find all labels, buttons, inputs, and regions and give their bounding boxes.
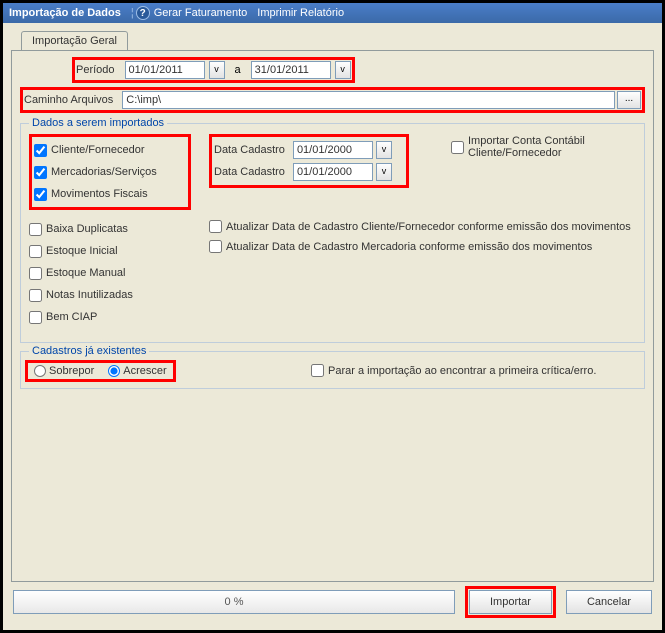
radio-sobrepor-label: Sobrepor [49,365,94,377]
cancelar-button[interactable]: Cancelar [566,590,652,614]
chk-movimentos-row: Movimentos Fiscais [34,183,186,205]
progress-bar: 0 % [13,590,455,614]
col2-highlight: Data Cadastro v Data Cadastro v [209,134,409,188]
chk-atualizar1[interactable] [209,220,222,233]
chk-bem-ciap-row: Bem CIAP [29,306,133,328]
chk-atualizar1-label: Atualizar Data de Cadastro Cliente/Forne… [226,221,631,233]
periodo-inicio-input[interactable] [125,61,205,79]
chk-estoque-inicial-label: Estoque Inicial [46,245,118,257]
chk-importar-conta-row: Importar Conta Contábil Cliente/Forneced… [451,136,638,158]
chk-notas-inutilizadas[interactable] [29,289,42,302]
periodo-fim-input[interactable] [251,61,331,79]
lower-checkboxes: Baixa Duplicatas Estoque Inicial Estoque… [29,218,133,328]
chk-movimentos-label: Movimentos Fiscais [51,188,148,200]
importar-highlight: Importar [465,586,556,618]
bottom-bar: 0 % Importar Cancelar [13,586,652,618]
window-title: Importação de Dados [9,7,121,19]
caminho-input[interactable] [122,91,615,109]
periodo-inicio-dropdown[interactable]: v [209,61,225,79]
content-area: Importação Geral Período v a v Caminho A… [3,23,662,630]
radio-acrescer[interactable] [108,365,120,377]
dados-groupbox: Dados a serem importados Cliente/Fornece… [20,123,645,343]
radio-highlight: Sobrepor Acrescer [25,360,176,382]
dados-legend: Dados a serem importados [29,117,167,129]
chk-mercadorias[interactable] [34,166,47,179]
chk-notas-row: Notas Inutilizadas [29,284,133,306]
chk-parar-critica[interactable] [311,364,324,377]
chk-baixa-duplicatas[interactable] [29,223,42,236]
periodo-a-label: a [235,64,241,76]
chk-importar-conta-label: Importar Conta Contábil Cliente/Forneced… [468,135,638,159]
cadastros-groupbox: Cadastros já existentes Sobrepor Acresce… [20,351,645,389]
chk-importar-conta[interactable] [451,141,464,154]
cadastros-legend: Cadastros já existentes [29,345,149,357]
titlebar: Importação de Dados ¦ ? Gerar Faturament… [3,3,662,23]
chk-baixa-row: Baixa Duplicatas [29,218,133,240]
chk-atualizar1-row: Atualizar Data de Cadastro Cliente/Forne… [209,220,631,233]
periodo-highlight: Período v a v [72,57,355,83]
importar-button[interactable]: Importar [469,590,552,614]
tab-strip: Importação Geral [11,29,654,51]
chk-notas-label: Notas Inutilizadas [46,289,133,301]
radio-group: Sobrepor Acrescer [34,365,167,377]
chk-parar-row: Parar a importação ao encontrar a primei… [311,364,596,377]
import-window: Importação de Dados ¦ ? Gerar Faturament… [0,0,665,633]
data-cadastro2-label: Data Cadastro [214,166,285,178]
col3: Importar Conta Contábil Cliente/Forneced… [451,136,638,158]
menu-imprimir-relatorio[interactable]: Imprimir Relatório [257,7,344,19]
browse-button[interactable]: ... [617,91,641,109]
chk-baixa-label: Baixa Duplicatas [46,223,128,235]
title-divider: ¦ [131,7,134,19]
data-cadastro1-label: Data Cadastro [214,144,285,156]
col1-highlight: Cliente/Fornecedor Mercadorias/Serviços … [29,134,191,210]
data-cadastro2-dropdown[interactable]: v [376,163,392,181]
help-icon[interactable]: ? [136,6,150,20]
chk-parar-label: Parar a importação ao encontrar a primei… [328,365,596,377]
main-panel: Período v a v Caminho Arquivos ... Dados… [11,50,654,582]
chk-bem-ciap[interactable] [29,311,42,324]
radio-acrescer-label: Acrescer [123,365,166,377]
chk-bem-ciap-label: Bem CIAP [46,311,97,323]
radio-sobrepor[interactable] [34,365,46,377]
data-cadastro1-row: Data Cadastro v [214,139,404,161]
caminho-highlight: Caminho Arquivos ... [20,87,645,113]
radio-sobrepor-item: Sobrepor [34,365,94,377]
chk-cliente-label: Cliente/Fornecedor [51,144,145,156]
chk-estoque-manual-row: Estoque Manual [29,262,133,284]
chk-estoque-inicial-row: Estoque Inicial [29,240,133,262]
chk-estoque-manual-label: Estoque Manual [46,267,126,279]
progress-text: 0 % [225,596,244,608]
chk-estoque-manual[interactable] [29,267,42,280]
data-cadastro2-input[interactable] [293,163,373,181]
chk-atualizar2-label: Atualizar Data de Cadastro Mercadoria co… [226,241,592,253]
data-cadastro2-row: Data Cadastro v [214,161,404,183]
periodo-fim-dropdown[interactable]: v [335,61,351,79]
chk-cliente-row: Cliente/Fornecedor [34,139,186,161]
tab-importacao-geral[interactable]: Importação Geral [21,31,128,50]
chk-atualizar2-row: Atualizar Data de Cadastro Mercadoria co… [209,240,592,253]
chk-cliente[interactable] [34,144,47,157]
chk-mercadorias-row: Mercadorias/Serviços [34,161,186,183]
chk-movimentos[interactable] [34,188,47,201]
menu-gerar-faturamento[interactable]: Gerar Faturamento [154,7,248,19]
caminho-label: Caminho Arquivos [24,94,113,106]
data-cadastro1-dropdown[interactable]: v [376,141,392,159]
radio-acrescer-item: Acrescer [108,365,166,377]
chk-atualizar2[interactable] [209,240,222,253]
periodo-label: Período [76,64,115,76]
data-cadastro1-input[interactable] [293,141,373,159]
chk-mercadorias-label: Mercadorias/Serviços [51,166,157,178]
chk-estoque-inicial[interactable] [29,245,42,258]
